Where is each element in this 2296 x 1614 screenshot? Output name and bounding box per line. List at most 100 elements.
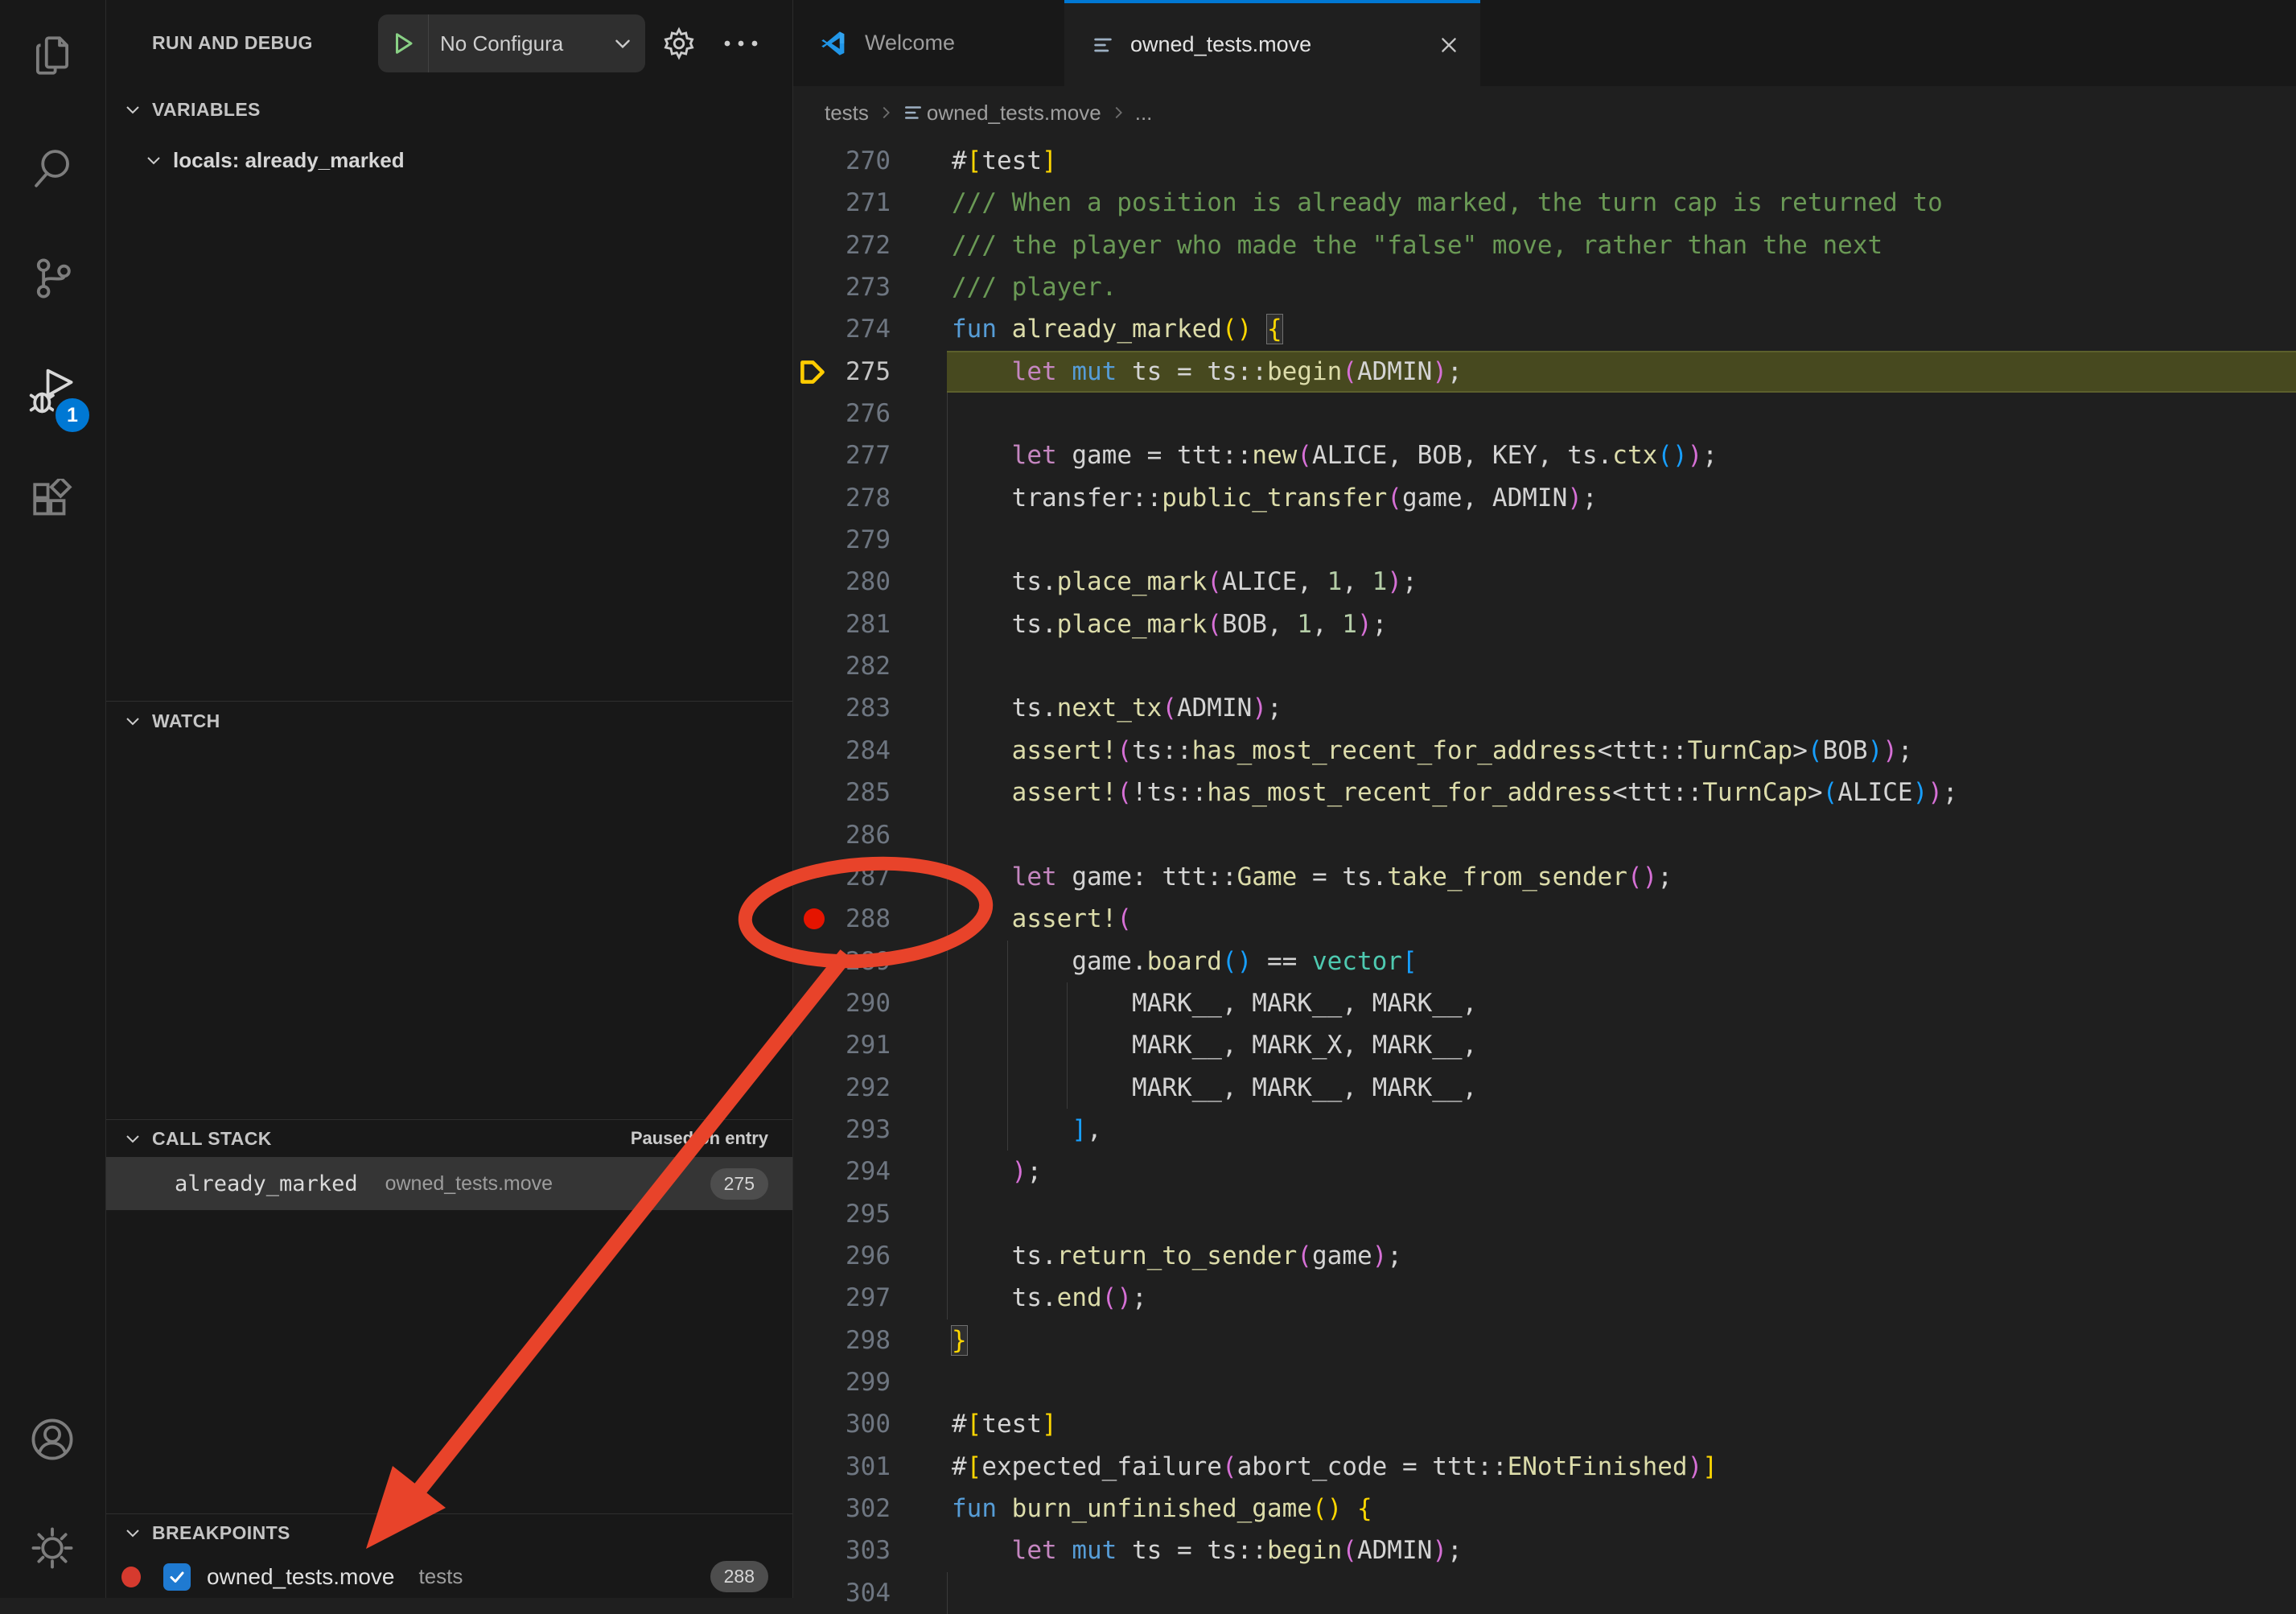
code-line-text[interactable]: game.board() == vector[ [947,941,2296,982]
code-line-text[interactable]: MARK__, MARK__, MARK__, [947,982,2296,1024]
code-line-text[interactable] [947,519,2296,561]
code-line-text[interactable]: ts.place_mark(BOB, 1, 1); [947,603,2296,645]
code-line-text[interactable] [947,1193,2296,1235]
code-line-text[interactable] [947,645,2296,687]
gutter-line-276[interactable]: 276 [792,393,947,434]
call-stack-frame-row[interactable]: already_marked owned_tests.move 275 [105,1157,792,1210]
sidebar-header: RUN AND DEBUG No Configura [105,0,792,87]
code-line-text[interactable]: } [947,1320,2296,1361]
breadcrumb-more[interactable]: ... [1135,101,1153,126]
chevron-down-icon[interactable] [612,33,633,54]
gutter-line-277[interactable]: 277 [792,434,947,476]
gutter-line-293[interactable]: 293 [792,1109,947,1151]
gutter-line-292[interactable]: 292 [792,1067,947,1109]
code-line-text[interactable]: let game = ttt::new(ALICE, BOB, KEY, ts.… [947,434,2296,476]
extensions-icon[interactable] [29,479,76,525]
gutter-line-288[interactable]: 288 [792,898,947,940]
code-line-text[interactable]: /// the player who made the "false" move… [947,224,2296,266]
code-line-text[interactable]: let game: ttt::Game = ts.take_from_sende… [947,856,2296,898]
gutter-line-272[interactable]: 272 [792,224,947,266]
gutter-line-273[interactable]: 273 [792,266,947,308]
gutter-line-278[interactable]: 278 [792,477,947,519]
line-number: 292 [846,1073,891,1102]
code-line-text[interactable]: /// player. [947,266,2296,308]
config-dropdown[interactable]: No Configura [440,31,611,56]
code-line-text[interactable]: #[expected_failure(abort_code = ttt::ENo… [947,1446,2296,1488]
code-line-text[interactable]: let mut ts = ts::begin(ADMIN); [947,351,2296,393]
breakpoint-checkbox[interactable] [163,1563,191,1591]
code-line-text[interactable]: fun burn_unfinished_game() { [947,1488,2296,1530]
code-line-text[interactable]: fun already_marked() { [947,308,2296,350]
gutter-line-287[interactable]: 287 [792,856,947,898]
gutter-line-279[interactable]: 279 [792,519,947,561]
gutter-line-294[interactable]: 294 [792,1151,947,1192]
code-line-text[interactable]: ts.next_tx(ADMIN); [947,687,2296,729]
breadcrumb-file[interactable]: owned_tests.move [927,101,1101,126]
breakpoints-section-header[interactable]: BREAKPOINTS [105,1517,792,1549]
code-line-text[interactable]: #[test] [947,1403,2296,1445]
gutter-line-301[interactable]: 301 [792,1446,947,1488]
locals-scope-row[interactable]: locals: already_marked [105,142,792,179]
watch-section-header[interactable]: WATCH [105,705,792,737]
code-line-text[interactable] [947,393,2296,434]
code-line-text[interactable]: ts.return_to_sender(game); [947,1235,2296,1277]
code-line-text[interactable]: ts.end(); [947,1277,2296,1319]
tab-owned-tests[interactable]: owned_tests.move [1064,0,1480,86]
gutter-line-280[interactable]: 280 [792,561,947,603]
gutter-line-270[interactable]: 270 [792,140,947,182]
source-control-icon[interactable] [29,255,76,302]
gutter-line-295[interactable]: 295 [792,1193,947,1235]
code-line-text[interactable] [947,1361,2296,1403]
code-line-text[interactable]: assert!(ts::has_most_recent_for_address<… [947,730,2296,772]
close-icon[interactable] [1438,35,1459,56]
code-line-text[interactable]: MARK__, MARK__, MARK__, [947,1067,2296,1109]
code-line-295: 295 [792,1193,2296,1235]
gutter-line-274[interactable]: 274 [792,308,947,350]
code-line-text[interactable]: MARK__, MARK_X, MARK__, [947,1024,2296,1066]
gutter-line-302[interactable]: 302 [792,1488,947,1530]
breakpoint-list-row[interactable]: owned_tests.move tests 288 [105,1555,792,1598]
gutter-line-282[interactable]: 282 [792,645,947,687]
code-line-text[interactable] [947,1572,2296,1614]
tab-welcome[interactable]: Welcome [792,0,1065,86]
variables-section-header[interactable]: VARIABLES [105,93,792,126]
gutter-line-284[interactable]: 284 [792,730,947,772]
breakpoint-icon[interactable] [804,908,825,929]
code-line-text[interactable]: ], [947,1109,2296,1151]
gutter-line-286[interactable]: 286 [792,814,947,856]
code-line-text[interactable]: #[test] [947,140,2296,182]
indent-guide [947,687,948,729]
explorer-icon[interactable] [29,32,76,79]
code-line-text[interactable]: assert!(!ts::has_most_recent_for_address… [947,772,2296,813]
more-actions-icon[interactable] [718,25,763,62]
code-line-text[interactable]: transfer::public_transfer(game, ADMIN); [947,477,2296,519]
account-icon[interactable] [29,1416,76,1463]
gutter-line-303[interactable]: 303 [792,1530,947,1571]
code-line-text[interactable] [947,814,2296,856]
call-stack-section-header[interactable]: CALL STACK Paused on entry [105,1122,792,1155]
gutter-line-297[interactable]: 297 [792,1277,947,1319]
code-line-text[interactable]: assert!( [947,898,2296,940]
gutter-line-283[interactable]: 283 [792,687,947,729]
code-line-text[interactable]: ts.place_mark(ALICE, 1, 1); [947,561,2296,603]
code-line-text[interactable]: /// When a position is already marked, t… [947,182,2296,224]
gutter-line-298[interactable]: 298 [792,1320,947,1361]
gutter-line-289[interactable]: 289 [792,941,947,982]
gutter-line-300[interactable]: 300 [792,1403,947,1445]
debug-settings-gear-icon[interactable] [660,25,697,62]
gutter-line-281[interactable]: 281 [792,603,947,645]
gutter-line-304[interactable]: 304 [792,1572,947,1614]
start-debug-button[interactable] [378,14,429,72]
gutter-line-285[interactable]: 285 [792,772,947,813]
gutter-line-275[interactable]: 275 [792,351,947,393]
gutter-line-291[interactable]: 291 [792,1024,947,1066]
gutter-line-271[interactable]: 271 [792,182,947,224]
gutter-line-299[interactable]: 299 [792,1361,947,1403]
code-line-text[interactable]: let mut ts = ts::begin(ADMIN); [947,1530,2296,1571]
search-icon[interactable] [29,145,76,191]
gutter-line-290[interactable]: 290 [792,982,947,1024]
gutter-line-296[interactable]: 296 [792,1235,947,1277]
breadcrumb-folder[interactable]: tests [825,101,869,126]
settings-gear-icon[interactable] [29,1525,76,1571]
code-line-text[interactable]: ); [947,1151,2296,1192]
